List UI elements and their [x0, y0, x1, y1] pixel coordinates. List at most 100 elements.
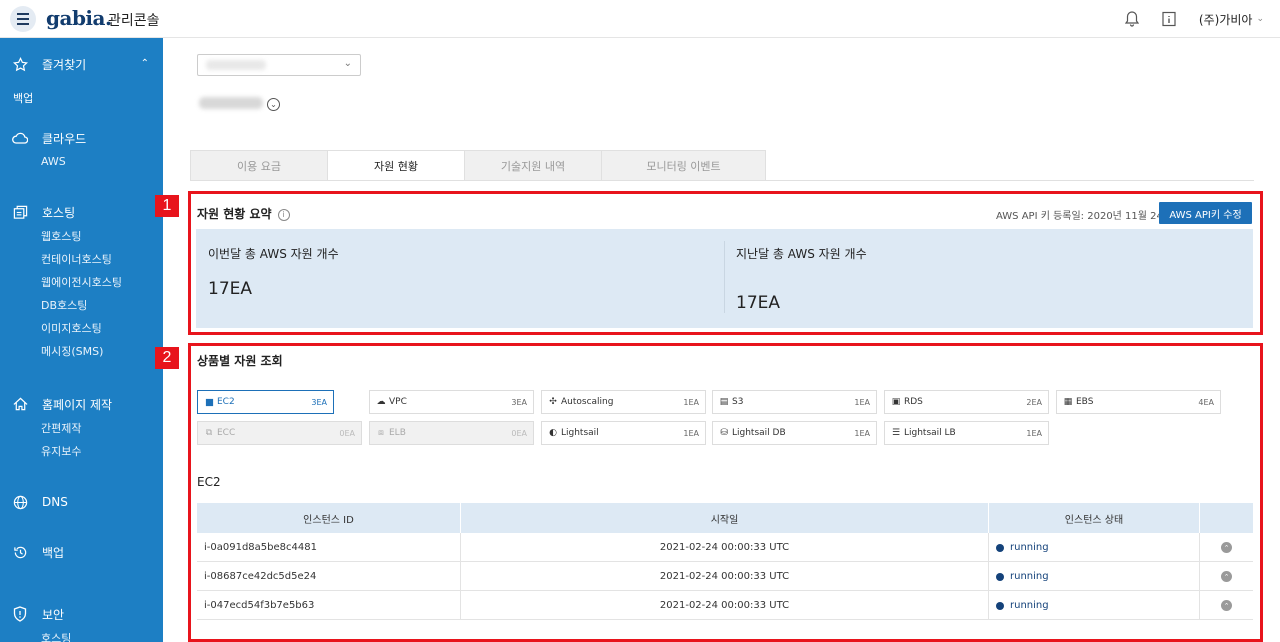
chip-ec2-label: EC2: [217, 397, 235, 407]
chevron-up-circle-icon[interactable]: ⌃: [1221, 542, 1232, 553]
chip-vpc-count: 3EA: [511, 397, 527, 407]
cloud-icon: [12, 130, 28, 146]
api-key-registered-date: AWS API 키 등록일: 2020년 11월 24일: [996, 211, 1173, 222]
lightsail-icon: ◐: [549, 428, 557, 438]
chip-s3-count: 1EA: [854, 397, 870, 407]
chip-lightsail-lb[interactable]: ☰ Lightsail LB 1EA: [884, 421, 1049, 445]
chevron-down-icon: ⌄: [1256, 14, 1264, 24]
chip-elb-label: ELB: [389, 428, 406, 438]
user-menu[interactable]: (주)가비아 ⌄: [1199, 11, 1264, 28]
chip-lightsail-db-label: Lightsail DB: [732, 428, 786, 438]
tab-support[interactable]: 기술지원 내역: [464, 150, 601, 181]
table-row: i-0a091d8a5be8c4481 2021-02-24 00:00:33 …: [197, 533, 1253, 562]
chip-ebs[interactable]: ▦ EBS 4EA: [1056, 390, 1221, 414]
chevron-down-circle-icon[interactable]: ⌄: [267, 98, 280, 111]
column-start-date: 시작일: [710, 514, 739, 526]
sidebar-item-web-hosting[interactable]: 웹호스팅: [0, 224, 163, 247]
instance-id: i-08687ce42dc5d5e24: [204, 571, 317, 582]
sidebar-cloud-label: 클라우드: [42, 131, 87, 146]
sidebar-backup[interactable]: 백업: [0, 540, 163, 564]
tabs-divider: [190, 180, 1254, 181]
sidebar-backup-label: 백업: [42, 545, 65, 560]
chip-ec2[interactable]: EC2 3EA: [197, 390, 334, 414]
last-month-label: 지난달 총 AWS 자원 개수: [736, 247, 867, 261]
history-icon: [12, 544, 28, 560]
sidebar-item-container-hosting[interactable]: 컨테이너호스팅: [0, 247, 163, 270]
edit-api-key-button[interactable]: AWS API키 수정: [1159, 202, 1252, 224]
top-bar: gabia. 관리콘솔 (주)가비아 ⌄: [0, 0, 1280, 38]
notice-icon[interactable]: [1161, 11, 1177, 27]
chip-s3[interactable]: ▤ S3 1EA: [712, 390, 877, 414]
user-name: (주)가비아: [1198, 12, 1253, 27]
chevron-up-circle-icon[interactable]: ⌃: [1221, 571, 1232, 582]
sidebar-item-image-hosting[interactable]: 이미지호스팅: [0, 316, 163, 339]
table-row: i-08687ce42dc5d5e24 2021-02-24 00:00:33 …: [197, 562, 1253, 591]
sidebar: 즐겨찾기 ⌃ 백업 클라우드 AWS 호스팅 웹호스팅 컨테이너호스팅 웹에이전…: [0, 38, 163, 642]
chevron-up-circle-icon[interactable]: ⌃: [1221, 600, 1232, 611]
sidebar-security[interactable]: 보안: [0, 602, 163, 626]
gabia-logo[interactable]: gabia.: [46, 6, 112, 30]
sidebar-dns[interactable]: DNS: [0, 490, 163, 514]
home-icon: [12, 396, 28, 412]
highlight-badge-2: 2: [155, 347, 179, 369]
balancer-icon: ⧈: [378, 428, 384, 438]
row-expand[interactable]: ⌃: [1221, 562, 1232, 591]
info-icon[interactable]: i: [277, 208, 290, 221]
tab-billing[interactable]: 이용 요금: [190, 150, 327, 181]
sidebar-item-easy-build[interactable]: 간편제작: [0, 416, 163, 439]
chip-lightsail-db[interactable]: ⛁ Lightsail DB 1EA: [712, 421, 877, 445]
sidebar-item-aws[interactable]: AWS: [0, 150, 163, 173]
products-title: 상품별 자원 조회: [197, 354, 283, 368]
chip-lightsail-lb-label: Lightsail LB: [904, 428, 956, 438]
chip-lightsail[interactable]: ◐ Lightsail 1EA: [541, 421, 706, 445]
this-month-label: 이번달 총 AWS 자원 개수: [208, 247, 339, 261]
sidebar-item-favorite-backup[interactable]: 백업: [0, 86, 163, 109]
summary-title: 자원 현황 요약 i: [197, 205, 290, 222]
chip-icon: [204, 397, 214, 407]
sidebar-favorites[interactable]: 즐겨찾기: [0, 52, 163, 76]
shield-icon: [12, 606, 28, 622]
sidebar-item-security-hosting[interactable]: 호스팅: [0, 626, 163, 642]
hamburger-menu-icon[interactable]: [10, 6, 36, 32]
bell-icon[interactable]: [1124, 11, 1139, 27]
sidebar-hosting-label: 호스팅: [42, 205, 76, 220]
chip-vpc-label: VPC: [389, 397, 407, 407]
tab-resources[interactable]: 자원 현황: [327, 150, 464, 181]
column-instance-status: 인스턴스 상태: [1064, 514, 1124, 526]
main-content: ⌄ ⌄ 이용 요금 자원 현황 기술지원 내역 모니터링 이벤트 1 자원 현황…: [155, 38, 1280, 642]
chip-elb: ⧈ ELB 0EA: [369, 421, 534, 445]
tab-monitoring[interactable]: 모니터링 이벤트: [601, 150, 766, 181]
row-expand[interactable]: ⌃: [1221, 591, 1232, 620]
column-instance-id: 인스턴스 ID: [303, 514, 354, 526]
sidebar-hosting[interactable]: 호스팅: [0, 200, 163, 224]
chip-rds[interactable]: ▣ RDS 2EA: [884, 390, 1049, 414]
tab-bar: 이용 요금 자원 현황 기술지원 내역 모니터링 이벤트: [190, 150, 766, 181]
instance-status: running: [996, 591, 1049, 620]
chip-autoscaling[interactable]: ✣ Autoscaling 1EA: [541, 390, 706, 414]
chip-ecc-count: 0EA: [339, 428, 355, 438]
lightsail-db-icon: ⛁: [720, 428, 728, 438]
sidebar-favorites-label: 즐겨찾기: [42, 57, 87, 72]
account-select[interactable]: ⌄: [197, 54, 361, 76]
sidebar-item-sms[interactable]: 메시징(SMS): [0, 339, 163, 362]
instance-id: i-0a091d8a5be8c4481: [204, 542, 317, 553]
chip-s3-label: S3: [732, 397, 744, 407]
chip-ebs-count: 4EA: [1198, 397, 1214, 407]
summary-divider: [724, 241, 725, 313]
table-header: 인스턴스 ID 시작일 인스턴스 상태: [197, 503, 1253, 533]
row-expand[interactable]: ⌃: [1221, 533, 1232, 562]
sidebar-homepage[interactable]: 홈페이지 제작: [0, 392, 163, 416]
sidebar-item-db-hosting[interactable]: DB호스팅: [0, 293, 163, 316]
sidebar-item-agency-hosting[interactable]: 웹에이전시호스팅: [0, 270, 163, 293]
chip-ecc: ⧉ ECC 0EA: [197, 421, 362, 445]
chip-vpc[interactable]: ☁ VPC 3EA: [369, 390, 534, 414]
this-month-value: 17EA: [208, 279, 253, 299]
chevron-up-icon[interactable]: ⌃: [141, 58, 149, 69]
sidebar-dns-label: DNS: [42, 495, 68, 509]
last-month-value: 17EA: [736, 293, 781, 313]
chip-lightsail-db-count: 1EA: [854, 428, 870, 438]
sidebar-cloud[interactable]: 클라우드: [0, 126, 163, 150]
sidebar-item-maintenance[interactable]: 유지보수: [0, 439, 163, 462]
chip-autoscaling-label: Autoscaling: [561, 397, 614, 407]
start-date: 2021-02-24 00:00:33 UTC: [659, 600, 790, 611]
